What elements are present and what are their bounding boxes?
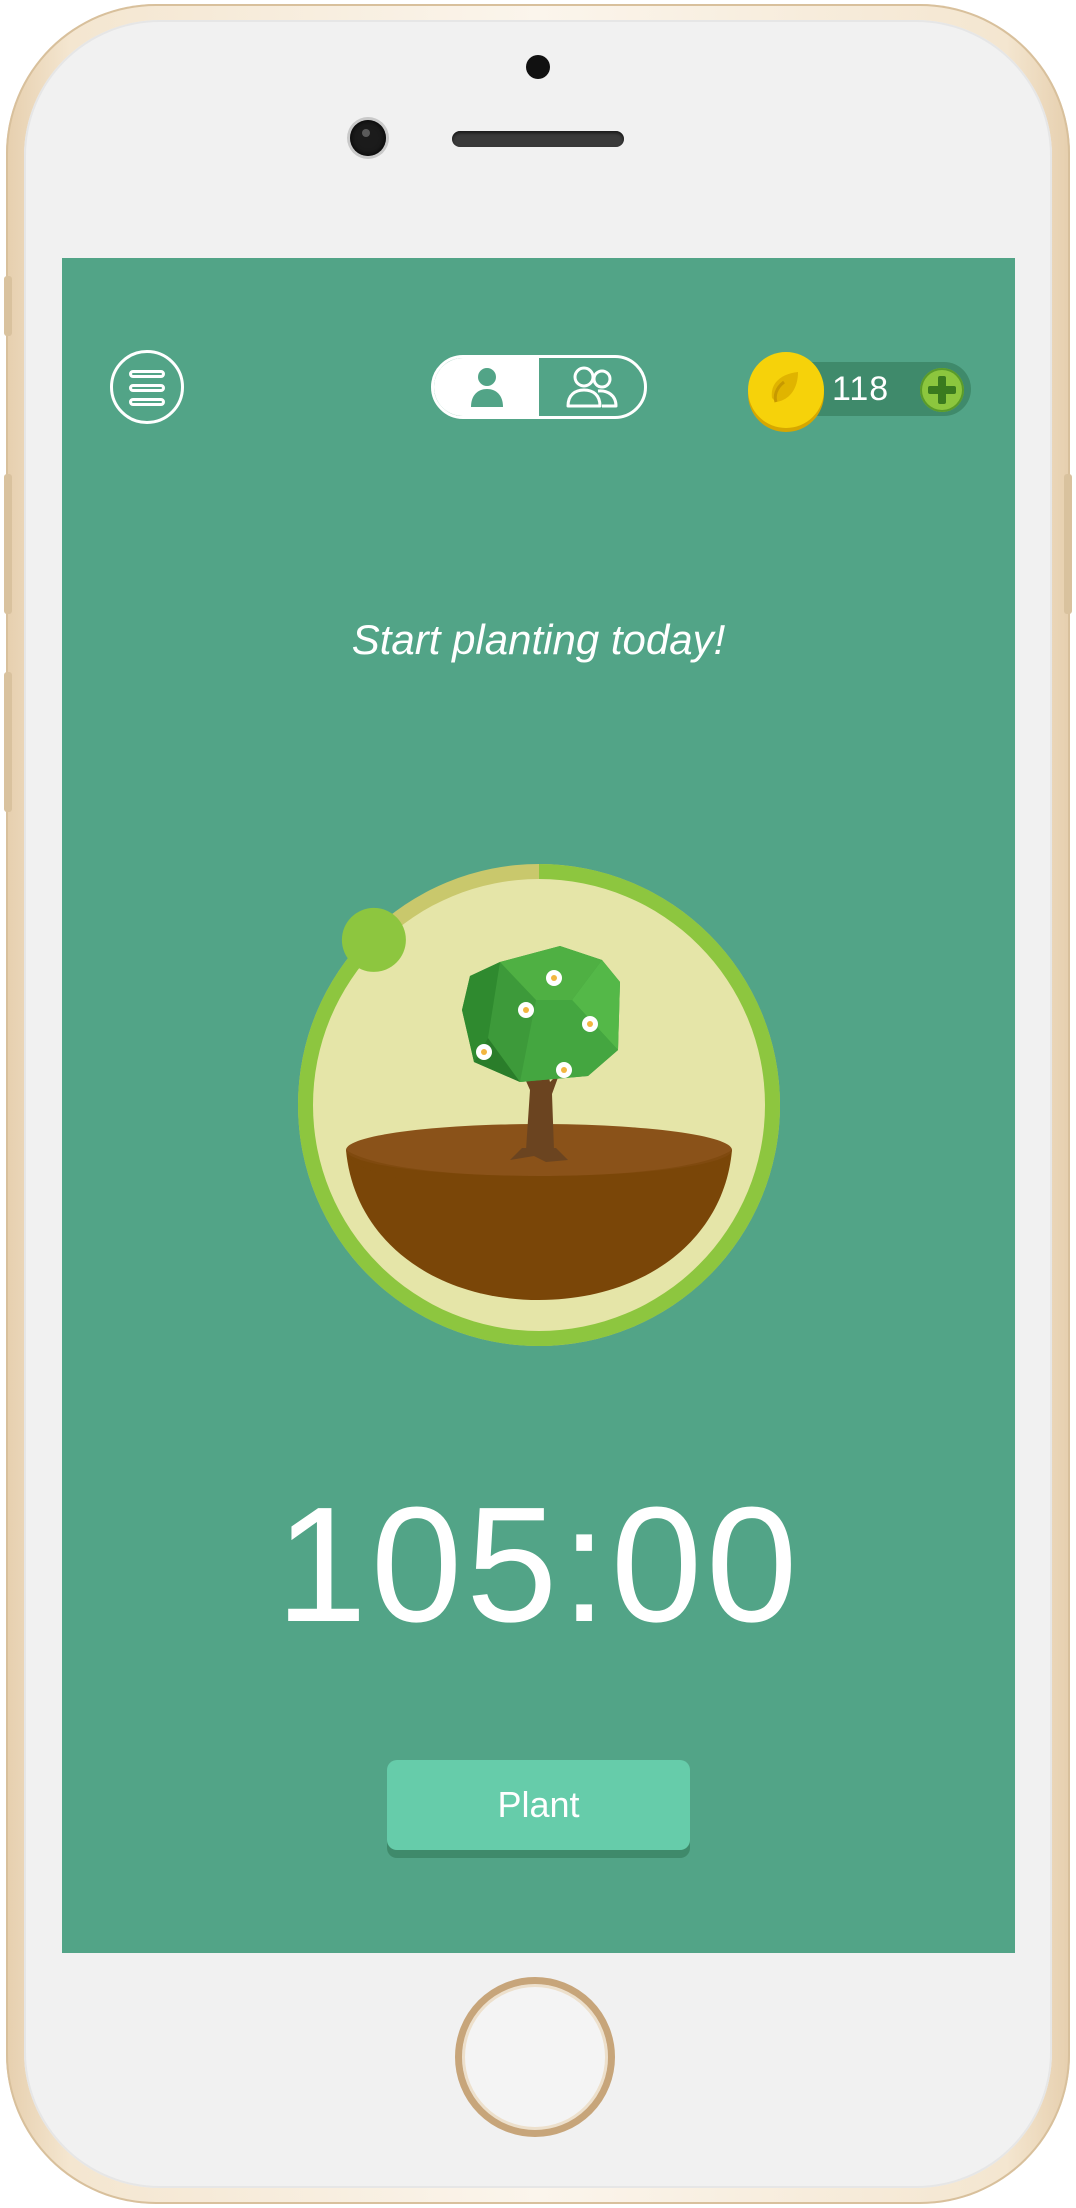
volume-up-button — [4, 474, 12, 614]
home-button[interactable] — [455, 1977, 615, 2137]
group-mode-tab[interactable] — [539, 358, 644, 416]
menu-button[interactable] — [110, 350, 184, 424]
mode-toggle — [431, 355, 647, 419]
front-camera — [350, 120, 386, 156]
earpiece-speaker — [452, 131, 624, 147]
plant-button[interactable]: Plant — [387, 1760, 690, 1850]
power-button — [1064, 474, 1072, 614]
app-screen: 118 Start planting today! 105:00 Plant — [62, 258, 1015, 1953]
timer-display: 105:00 — [275, 1473, 802, 1656]
add-coins-button[interactable] — [920, 368, 964, 412]
group-people-icon — [566, 366, 617, 408]
proximity-sensor — [526, 55, 550, 79]
tagline: Start planting today! — [351, 616, 726, 663]
coin-count: 118 — [832, 370, 890, 408]
seed-coin-icon — [748, 352, 824, 428]
mute-switch — [4, 276, 12, 336]
volume-down-button — [4, 672, 12, 812]
single-mode-tab[interactable] — [434, 358, 539, 416]
timer-handle[interactable] — [341, 907, 406, 972]
single-person-icon — [470, 368, 503, 407]
plus-icon — [928, 376, 956, 404]
timer-ring — [298, 864, 781, 1346]
